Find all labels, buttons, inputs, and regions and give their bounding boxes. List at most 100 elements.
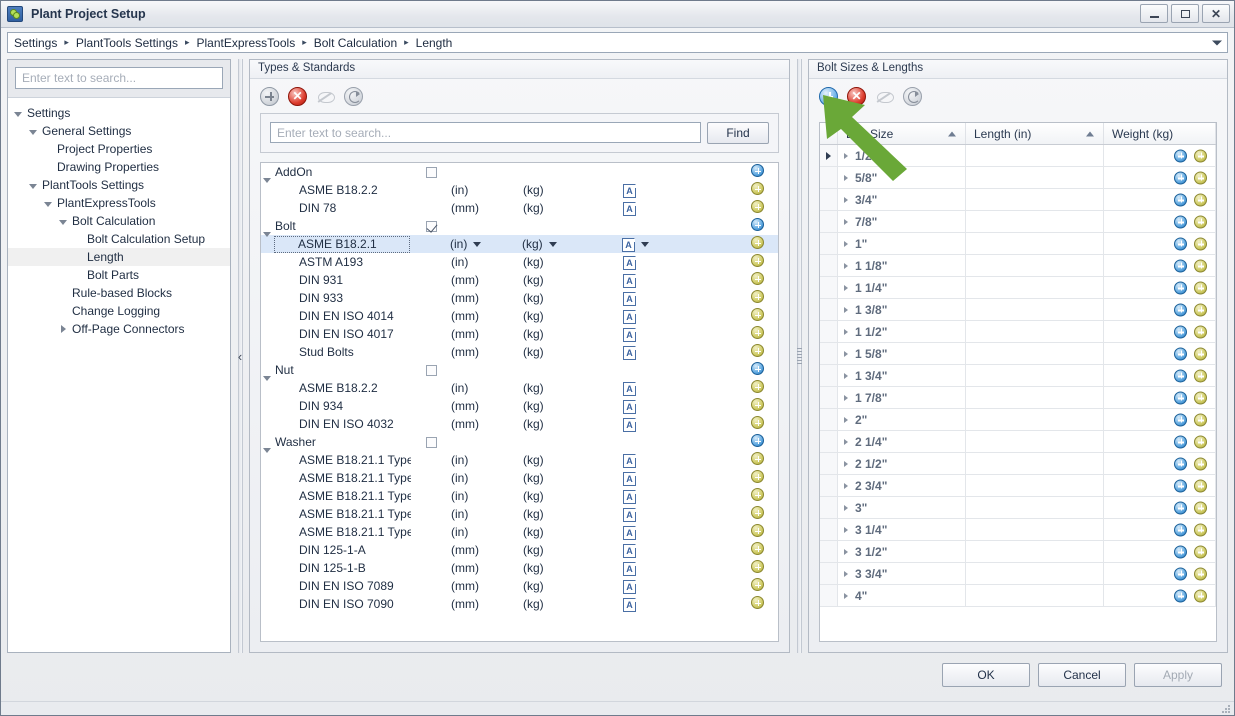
standards-group-checkbox-cell[interactable] [411,364,451,376]
chevron-right-icon[interactable] [844,438,848,445]
nav-tree-item[interactable]: Bolt Calculation Setup [8,230,230,248]
grid-row[interactable]: 1/2" [820,145,1216,167]
grid-row[interactable]: 1 1/8" [820,255,1216,277]
nav-tree-item[interactable]: Bolt Parts [8,266,230,284]
standards-unit-cell[interactable]: (in) [451,507,523,521]
add-length-icon[interactable] [1194,325,1207,338]
breadcrumb-item-bolt-calculation[interactable]: Bolt Calculation [314,36,397,50]
standards-add-cell[interactable] [751,452,778,468]
add-row-icon[interactable] [1174,589,1187,602]
standards-weight-unit-cell[interactable]: (kg) [523,489,623,503]
add-row-icon[interactable] [1174,215,1187,228]
standards-weight-unit-cell[interactable]: (kg) [523,399,623,413]
grid-cell-length[interactable] [966,343,1104,364]
grid-row-actions[interactable] [1174,479,1207,492]
standards-add-cell[interactable] [751,218,778,234]
grid-cell-weight[interactable] [1104,299,1216,320]
chevron-down-icon[interactable] [27,125,40,138]
standards-doc-cell[interactable]: A [623,507,719,522]
grid-cell-length[interactable] [966,255,1104,276]
grid-cell-length[interactable] [966,387,1104,408]
standards-unit-cell[interactable]: (in) [451,381,523,395]
standards-add-cell[interactable] [751,272,778,288]
grid-cell-bolt-size[interactable]: 1 3/4" [838,365,966,386]
standards-add-cell[interactable] [751,290,778,306]
grid-cell-bolt-size[interactable]: 1 3/8" [838,299,966,320]
standards-doc-cell[interactable]: A [623,471,719,486]
add-size-icon[interactable] [751,380,764,393]
standards-unit-cell[interactable]: (in) [450,237,522,251]
grid-row-actions[interactable] [1174,149,1207,162]
grid-row-actions[interactable] [1174,193,1207,206]
standards-unit-cell[interactable]: (mm) [451,273,523,287]
nav-tree-item[interactable]: PlantTools Settings [8,176,230,194]
standards-unit-cell[interactable]: (in) [451,525,523,539]
types-standards-list[interactable]: AddOn ASME B18.2.2 (in) (kg) A DIN 78 (mm) (kg)… [260,162,779,642]
standards-group-checkbox-cell[interactable] [411,220,451,232]
standards-weight-unit-cell[interactable]: (kg) [523,327,623,341]
standards-doc-cell[interactable]: A [623,201,719,216]
add-size-icon[interactable] [751,236,764,249]
grid-cell-bolt-size[interactable]: 3 3/4" [838,563,966,584]
grid-cell-weight[interactable] [1104,277,1216,298]
document-icon[interactable]: A [623,255,636,270]
grid-row-actions[interactable] [1174,545,1207,558]
grid-cell-bolt-size[interactable]: 5/8" [838,167,966,188]
chevron-down-icon[interactable] [27,179,40,192]
grid-row[interactable]: 1 5/8" [820,343,1216,365]
standards-add-cell[interactable] [751,470,778,486]
nav-tree-item[interactable]: Bolt Calculation [8,212,230,230]
grid-header-bolt-size[interactable]: Bolt Size [838,123,966,144]
standards-group-row[interactable]: Washer [261,433,778,453]
add-row-icon[interactable] [1174,413,1187,426]
standards-add-cell[interactable] [751,182,778,198]
standards-unit-cell[interactable]: (in) [451,453,523,467]
add-standard-icon[interactable] [751,164,764,177]
add-size-icon[interactable] [751,452,764,465]
grid-row-actions[interactable] [1174,303,1207,316]
add-size-icon[interactable] [751,470,764,483]
add-size-icon[interactable] [751,488,764,501]
resize-grip-icon[interactable] [1219,702,1230,713]
standards-unit-cell[interactable]: (mm) [451,561,523,575]
nav-tree-item[interactable]: Change Logging [8,302,230,320]
add-row-icon[interactable] [1174,149,1187,162]
standards-add-cell[interactable] [751,596,778,612]
standards-unit-cell[interactable]: (mm) [451,309,523,323]
standards-item-row[interactable]: DIN EN ISO 7089 (mm) (kg) A [261,577,778,595]
standards-add-cell[interactable] [751,380,778,396]
standards-weight-unit-cell[interactable]: (kg) [523,543,623,557]
grid-row[interactable]: 5/8" [820,167,1216,189]
add-row-icon[interactable] [1174,303,1187,316]
grid-row-actions[interactable] [1174,523,1207,536]
grid-cell-length[interactable] [966,277,1104,298]
add-row-icon[interactable] [1174,369,1187,382]
add-row-icon[interactable] [1174,391,1187,404]
chevron-down-icon[interactable] [42,197,55,210]
ok-button[interactable]: OK [942,663,1030,687]
chevron-right-icon[interactable] [844,350,848,357]
standards-add-cell[interactable] [751,560,778,576]
document-icon[interactable]: A [623,399,636,414]
chevron-down-icon[interactable] [641,241,649,247]
add-standard-icon[interactable] [751,434,764,447]
grid-cell-length[interactable] [966,541,1104,562]
add-row-icon[interactable] [1174,281,1187,294]
standards-unit-cell[interactable]: (mm) [451,345,523,359]
grid-cell-weight[interactable] [1104,563,1216,584]
nav-tree-item[interactable]: Length [8,248,230,266]
add-row-icon[interactable] [1174,325,1187,338]
add-length-icon[interactable] [1194,193,1207,206]
grid-cell-length[interactable] [966,145,1104,166]
chevron-right-icon[interactable] [844,372,848,379]
add-length-icon[interactable] [1194,413,1207,426]
add-length-icon[interactable] [1194,259,1207,272]
standards-unit-cell[interactable]: (mm) [451,417,523,431]
chevron-down-icon[interactable] [473,242,482,248]
standards-add-cell[interactable] [751,488,778,504]
document-icon[interactable]: A [623,201,636,216]
document-icon[interactable]: A [623,183,636,198]
grid-row[interactable]: 2" [820,409,1216,431]
add-row-icon[interactable] [1174,545,1187,558]
add-size-icon[interactable] [751,200,764,213]
